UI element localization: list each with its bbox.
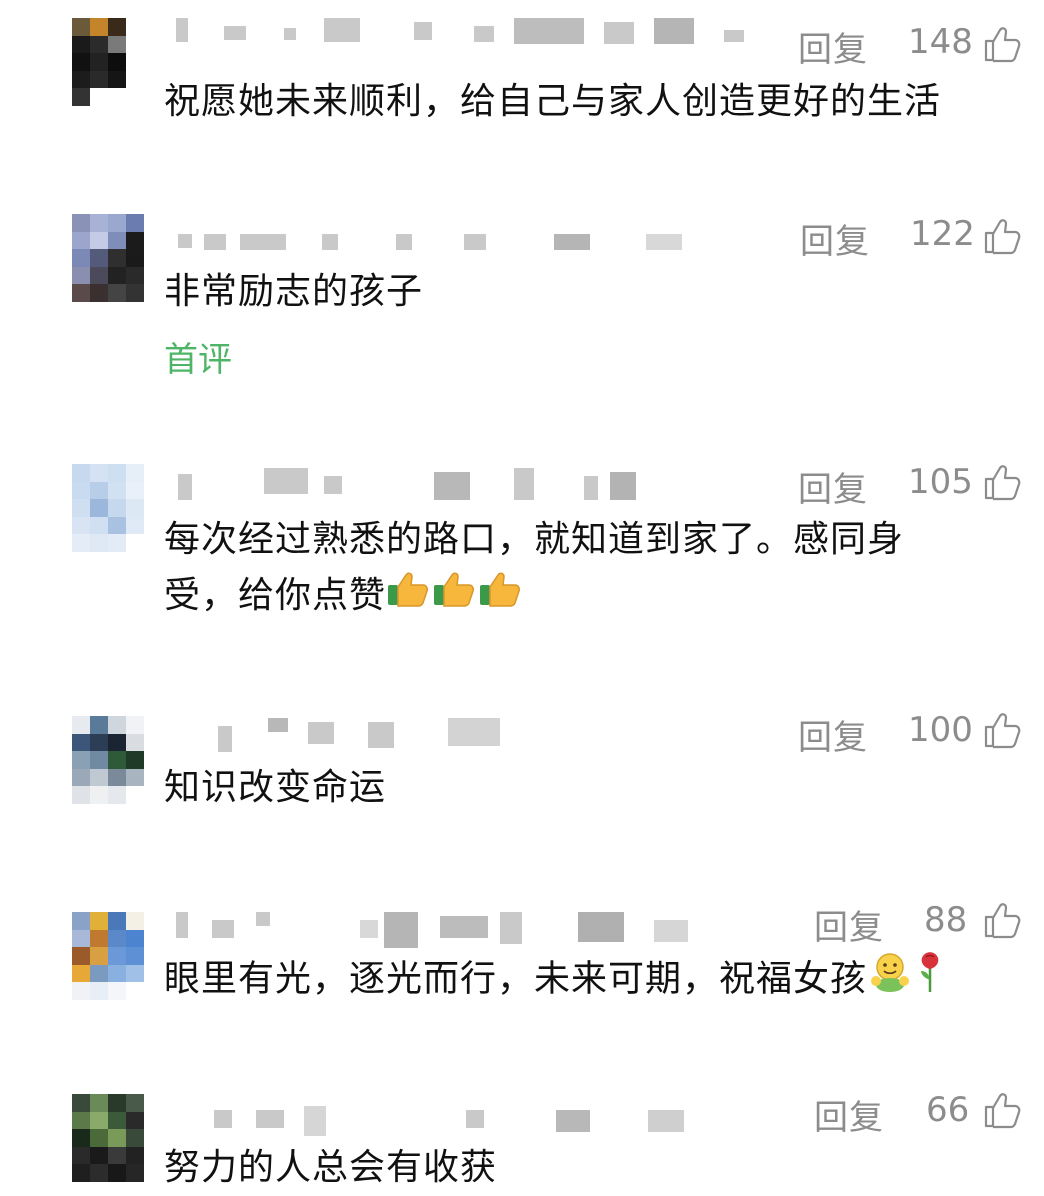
comment-text: 祝愿她未来顺利，给自己与家人创造更好的生活 (164, 81, 942, 122)
hugging-emoji (867, 951, 913, 1010)
thumbs-up-emoji (478, 569, 524, 626)
username-blurred[interactable] (164, 718, 764, 752)
comment-text: 知识改变命运 (164, 767, 387, 808)
thumbs-up-icon[interactable] (982, 216, 1022, 256)
avatar[interactable] (72, 1094, 144, 1182)
reply-button[interactable]: 回复 (800, 214, 870, 263)
like-count: 122 (910, 214, 975, 254)
thumbs-up-icon[interactable] (982, 1090, 1022, 1130)
rose-emoji (913, 950, 947, 1011)
first-comment-badge: 首评 (164, 340, 232, 380)
avatar[interactable] (72, 464, 144, 552)
username-blurred[interactable] (164, 18, 764, 44)
comment-text-line: 受，给你点赞 (164, 568, 1024, 626)
like-count: 105 (908, 462, 973, 502)
comment-text: 每次经过熟悉的路口，就知道到家了。感同身 受，给你点赞 (164, 512, 1024, 626)
comment-text-fragment: 眼里有光，逐光而行，未来可期，祝福女孩 (164, 958, 868, 1000)
avatar[interactable] (72, 912, 144, 1000)
reply-button[interactable]: 回复 (798, 710, 868, 759)
username-blurred[interactable] (164, 1106, 764, 1136)
username-blurred[interactable] (164, 230, 764, 252)
thumbs-up-icon[interactable] (982, 24, 1022, 64)
reply-button[interactable]: 回复 (814, 900, 884, 949)
comment-text-line: 每次经过熟悉的路口，就知道到家了。感同身 (164, 519, 905, 560)
thumbs-up-icon[interactable] (982, 462, 1022, 502)
comment-text: 努力的人总会有收获 (164, 1147, 498, 1188)
like-count: 148 (908, 22, 973, 62)
comment-text: 非常励志的孩子 (164, 271, 424, 312)
username-blurred[interactable] (164, 468, 764, 500)
thumbs-up-icon[interactable] (982, 900, 1022, 940)
like-count: 88 (924, 900, 968, 940)
username-blurred[interactable] (164, 912, 764, 948)
thumbs-up-emoji (386, 569, 432, 626)
like-count: 100 (908, 710, 973, 750)
reply-button[interactable]: 回复 (798, 462, 868, 511)
thumbs-up-icon[interactable] (982, 710, 1022, 750)
avatar[interactable] (72, 214, 144, 302)
reply-button[interactable]: 回复 (814, 1090, 884, 1139)
comment-text: 眼里有光，逐光而行，未来可期，祝福女孩 (164, 950, 1024, 1011)
avatar[interactable] (72, 18, 144, 106)
reply-button[interactable]: 回复 (798, 22, 868, 71)
comment-text-fragment: 受，给你点赞 (164, 575, 387, 616)
avatar[interactable] (72, 716, 144, 804)
like-count: 66 (926, 1090, 970, 1130)
thumbs-up-emoji (432, 569, 478, 626)
